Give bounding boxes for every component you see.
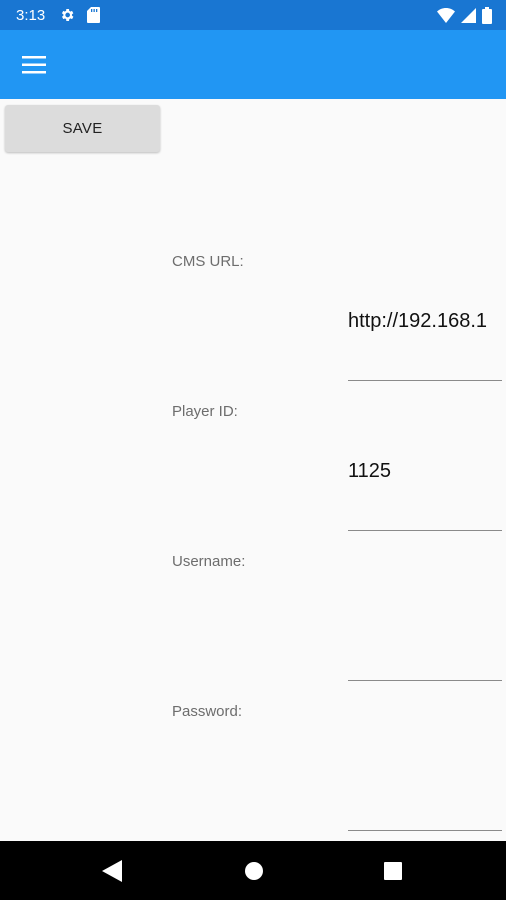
hamburger-menu-icon[interactable]	[14, 48, 54, 82]
app-bar	[0, 30, 506, 99]
username-field[interactable]	[348, 610, 506, 634]
navigation-bar	[0, 841, 506, 900]
sd-card-icon	[87, 7, 101, 23]
back-icon[interactable]	[100, 859, 124, 883]
wifi-icon	[437, 7, 455, 23]
settings-icon	[59, 7, 75, 23]
cms-url-label: CMS URL:	[172, 253, 244, 270]
home-icon[interactable]	[242, 859, 266, 883]
password-field[interactable]	[348, 760, 506, 784]
save-button[interactable]: SAVE	[5, 105, 160, 152]
recents-icon[interactable]	[381, 859, 405, 883]
signal-icon	[461, 7, 476, 23]
status-time: 3:13	[16, 6, 46, 24]
password-underline	[348, 830, 502, 831]
cms-url-field[interactable]: http://192.168.1	[348, 310, 506, 333]
battery-icon	[482, 6, 492, 24]
cms-url-underline	[348, 380, 502, 381]
status-bar: 3:13	[0, 0, 506, 30]
player-id-field[interactable]: 1125	[348, 460, 506, 483]
player-id-label: Player ID:	[172, 403, 238, 420]
username-underline	[348, 680, 502, 681]
player-id-underline	[348, 530, 502, 531]
username-label: Username:	[172, 553, 246, 570]
password-label: Password:	[172, 703, 243, 720]
